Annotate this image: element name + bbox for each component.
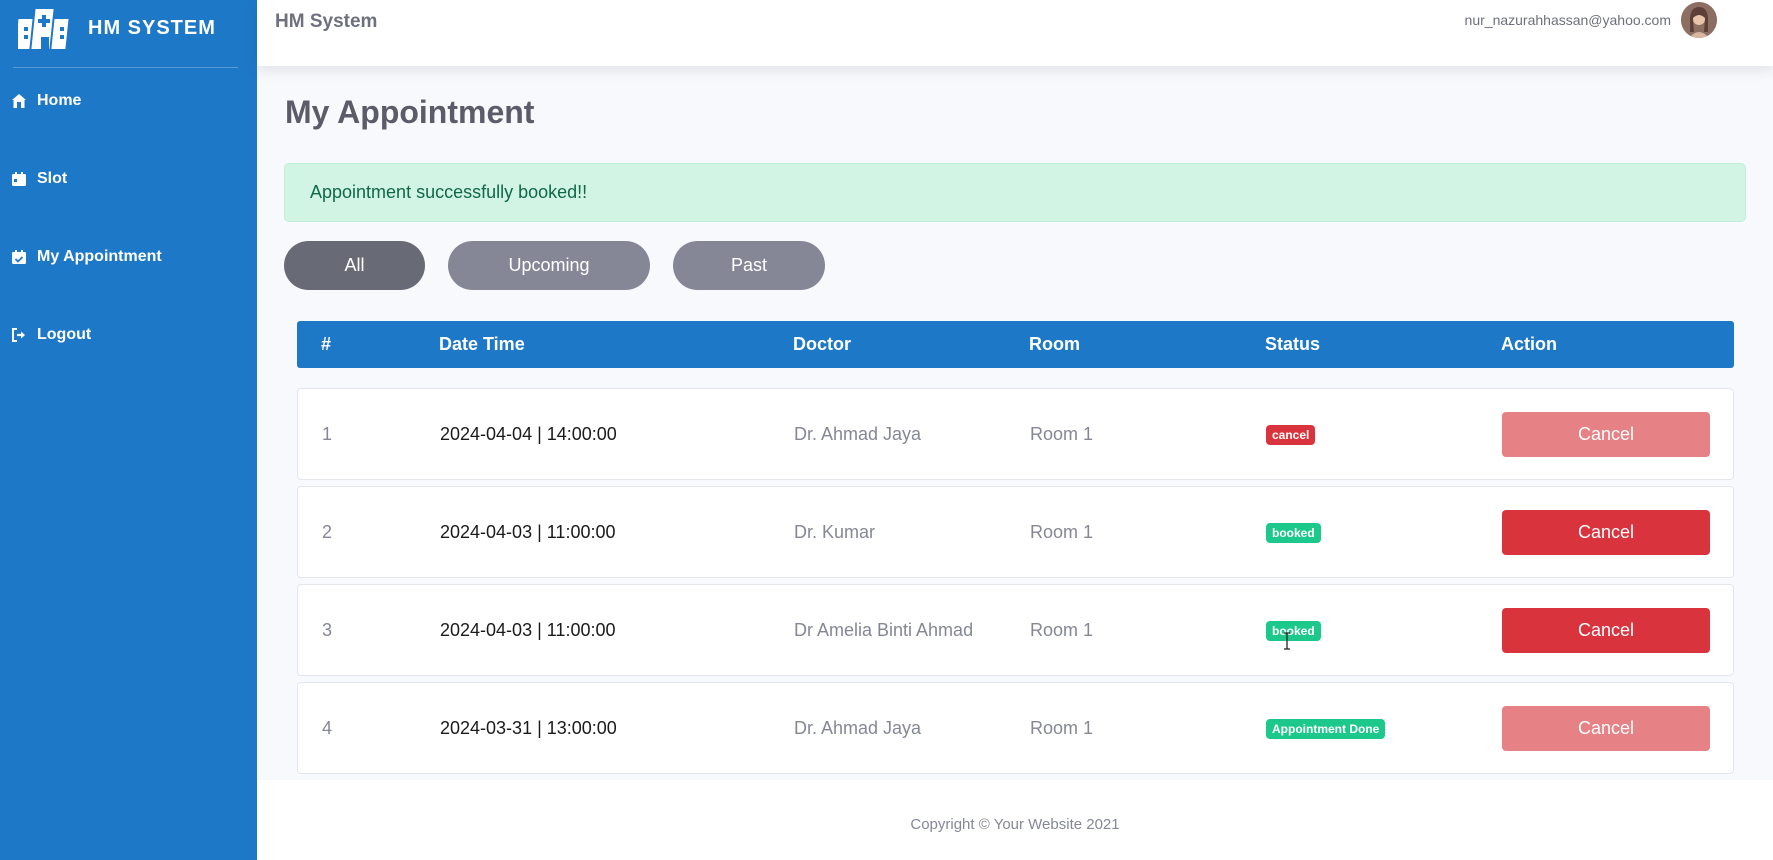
status-badge: booked: [1266, 621, 1321, 642]
column-header-number: #: [321, 334, 332, 354]
row-number: 2: [322, 522, 333, 542]
table-row: 4 2024-03-31 | 13:00:00 Dr. Ahmad Jaya R…: [297, 682, 1734, 774]
cancel-button[interactable]: Cancel: [1502, 608, 1710, 653]
table-header: # Date Time Doctor Room Status Action: [297, 321, 1734, 368]
row-room: Room 1: [1030, 522, 1094, 542]
brand-name: HM SYSTEM: [88, 16, 216, 39]
text-cursor-icon: [1284, 632, 1290, 650]
footer: Copyright © Your Website 2021: [257, 780, 1773, 860]
sidebar-item-label: Home: [37, 92, 82, 109]
avatar[interactable]: [1681, 2, 1717, 38]
status-badge: cancel: [1266, 425, 1316, 446]
row-number: 1: [322, 424, 333, 444]
cancel-button[interactable]: Cancel: [1502, 412, 1710, 457]
row-room: Room 1: [1030, 620, 1094, 640]
calendar-icon: [12, 172, 26, 186]
copyright-text: Copyright © Your Website 2021: [910, 816, 1120, 833]
row-datetime: 2024-04-03 | 11:00:00: [440, 620, 616, 640]
sidebar-item-label: Slot: [37, 170, 68, 187]
column-header-status: Status: [1265, 334, 1321, 354]
cancel-button[interactable]: Cancel: [1502, 706, 1710, 751]
column-header-doctor: Doctor: [793, 334, 851, 354]
column-header-room: Room: [1029, 334, 1080, 354]
cancel-button[interactable]: Cancel: [1502, 510, 1710, 555]
column-header-action: Action: [1501, 334, 1557, 354]
row-doctor: Dr. Ahmad Jaya: [794, 424, 922, 444]
topbar-title: HM System: [275, 11, 378, 32]
user-email[interactable]: nur_nazurahhassan@yahoo.com: [1465, 12, 1671, 28]
calendar-check-icon: [12, 250, 26, 264]
topbar: HM System nur_nazurahhassan@yahoo.com: [257, 0, 1773, 66]
brand[interactable]: HM SYSTEM: [18, 0, 216, 56]
table-row: 1 2024-04-04 | 14:00:00 Dr. Ahmad Jaya R…: [297, 388, 1734, 480]
row-status-cell: booked: [1266, 585, 1321, 675]
row-datetime: 2024-04-03 | 11:00:00: [440, 522, 616, 542]
filter-upcoming-button[interactable]: Upcoming: [448, 241, 650, 290]
row-status-cell: Appointment Done: [1266, 683, 1386, 773]
sidebar-divider: [13, 67, 238, 68]
row-room: Room 1: [1030, 718, 1094, 738]
row-doctor: Dr. Kumar: [794, 522, 876, 542]
row-status-cell: cancel: [1266, 389, 1316, 479]
sidebar: HM SYSTEM Home Slot My Appointment Logou…: [0, 0, 257, 860]
page-title: My Appointment: [285, 94, 535, 130]
success-alert: Appointment successfully booked!!: [284, 163, 1746, 222]
filter-all-button[interactable]: All: [284, 241, 425, 290]
sidebar-item-label: Logout: [37, 326, 92, 343]
sidebar-item-slot[interactable]: Slot: [11, 170, 67, 188]
sidebar-item-home[interactable]: Home: [11, 92, 81, 110]
row-datetime: 2024-04-04 | 14:00:00: [440, 424, 617, 444]
logout-icon: [12, 328, 25, 342]
status-badge: Appointment Done: [1266, 719, 1386, 740]
user-avatar-icon: [1681, 2, 1717, 38]
row-number: 3: [322, 620, 333, 640]
home-icon: [12, 94, 26, 108]
row-status-cell: booked: [1266, 487, 1321, 577]
sidebar-item-logout[interactable]: Logout: [11, 326, 91, 344]
sidebar-item-label: My Appointment: [37, 248, 162, 265]
row-doctor: Dr Amelia Binti Ahmad: [794, 620, 974, 640]
column-header-datetime: Date Time: [439, 334, 525, 354]
row-doctor: Dr. Ahmad Jaya: [794, 718, 922, 738]
row-room: Room 1: [1030, 424, 1094, 444]
row-datetime: 2024-03-31 | 13:00:00: [440, 718, 617, 738]
status-badge: booked: [1266, 523, 1321, 544]
hospital-logo-icon: [18, 9, 69, 49]
table-row: 2 2024-04-03 | 11:00:00 Dr. Kumar Room 1…: [297, 486, 1734, 578]
sidebar-item-my-appointment[interactable]: My Appointment: [11, 248, 162, 266]
table-row: 3 2024-04-03 | 11:00:00 Dr Amelia Binti …: [297, 584, 1734, 676]
filter-past-button[interactable]: Past: [673, 241, 825, 290]
row-number: 4: [322, 718, 333, 738]
